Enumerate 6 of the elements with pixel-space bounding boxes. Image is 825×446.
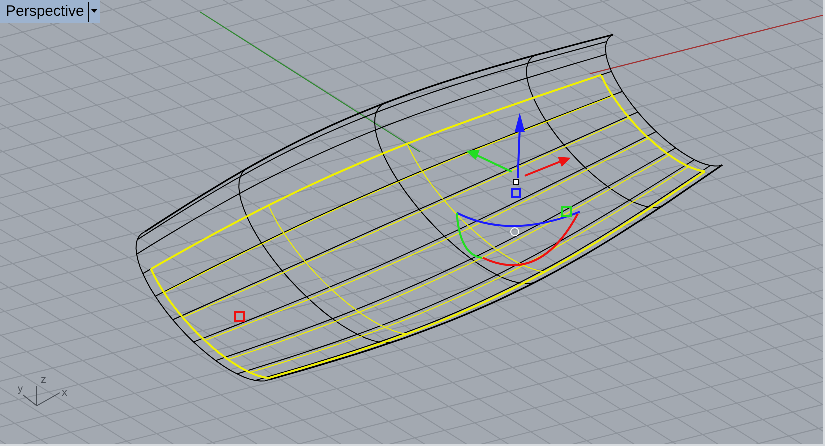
z-axis-label: z [41,375,46,386]
axis-icon [22,386,60,406]
dropdown-caret-icon[interactable] [91,9,98,14]
x-axis-label: x [62,388,68,399]
y-axis-label: y [18,385,23,395]
viewport-title-tab[interactable]: Perspective [0,0,100,23]
